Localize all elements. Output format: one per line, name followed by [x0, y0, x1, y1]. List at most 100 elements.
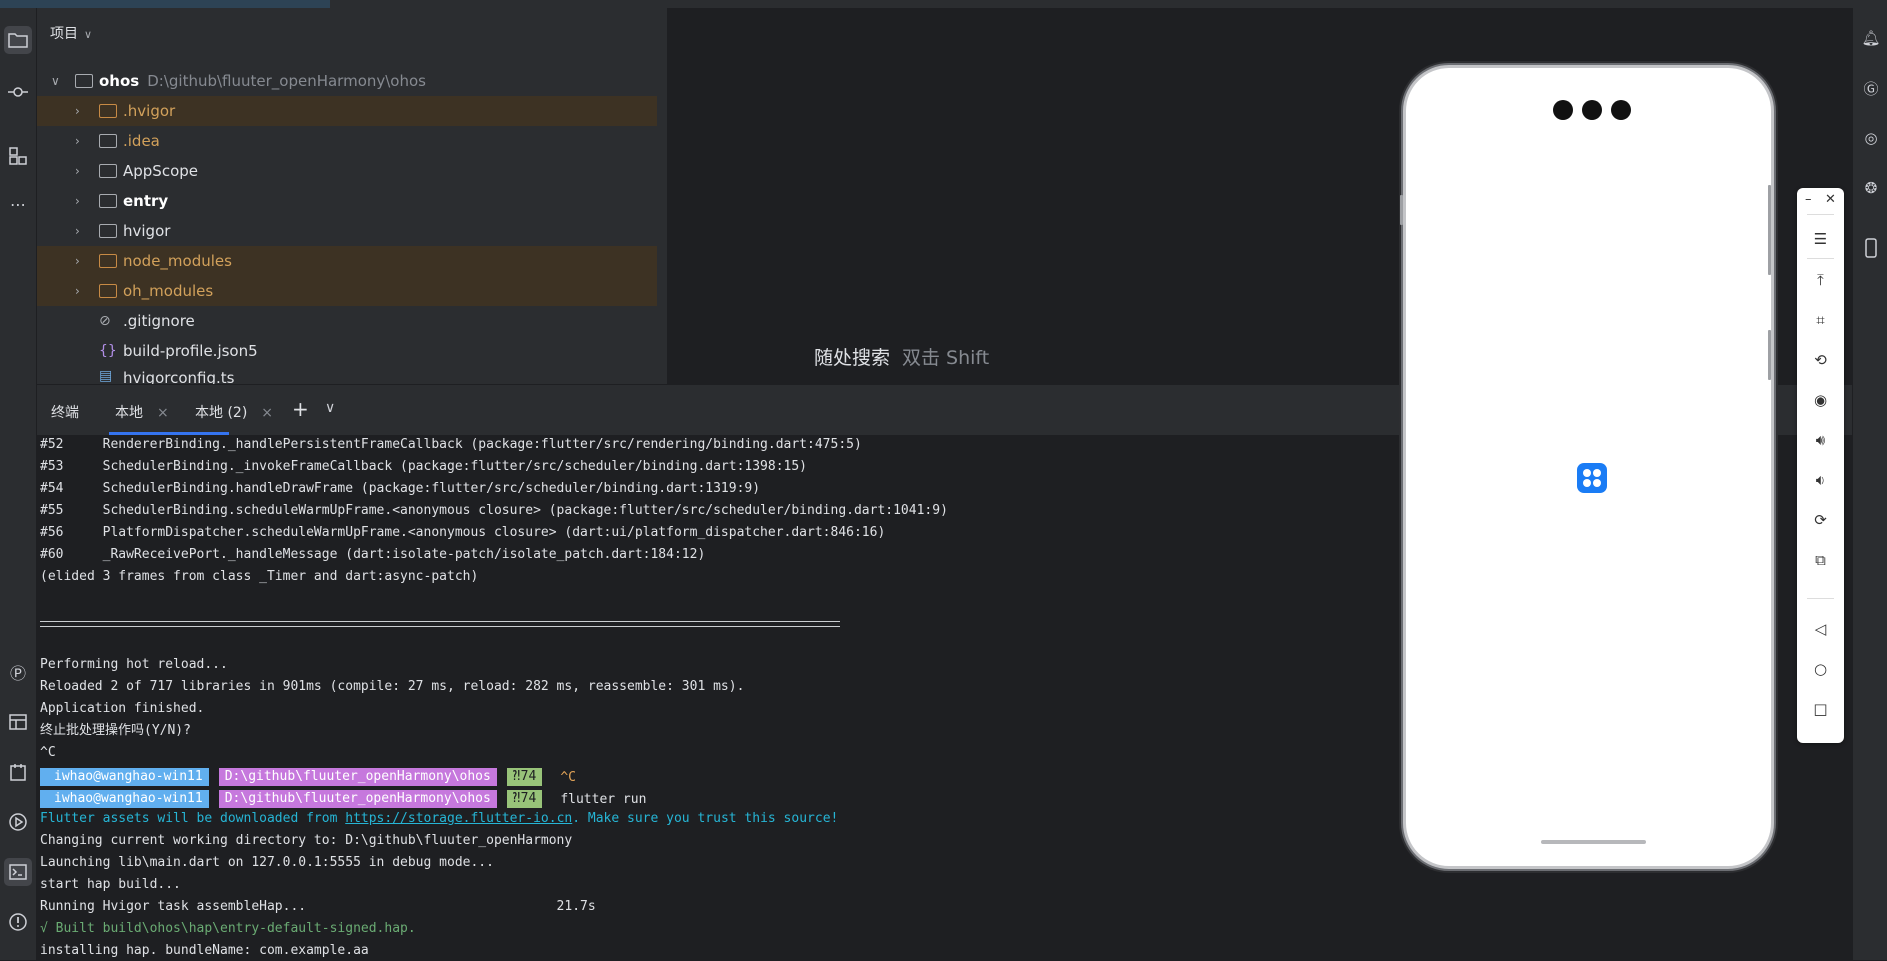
home-indicator[interactable]: [1541, 840, 1646, 844]
menu-icon[interactable]: ☰: [1797, 223, 1844, 255]
search-everywhere-hint: 随处搜索 双击 Shift: [814, 343, 989, 370]
output-line: Running Hvigor task assembleHap... 21.7s: [40, 899, 596, 914]
layout-icon[interactable]: [4, 708, 32, 736]
rotate-icon[interactable]: ⟲: [1797, 344, 1844, 376]
camera-dot: [1611, 100, 1631, 120]
output-line: start hap build...: [40, 877, 181, 892]
notice-link[interactable]: https://storage.flutter-io.cn: [345, 811, 572, 826]
tree-item-label: hvigor: [123, 222, 171, 240]
folder-icon: [99, 284, 117, 298]
close-button[interactable]: ✕: [1825, 192, 1836, 207]
tab-local-2[interactable]: 本地 (2) ×: [195, 402, 273, 422]
chevron-right-icon[interactable]: ›: [75, 224, 80, 238]
divider: [1807, 214, 1834, 215]
tree-root[interactable]: ∨ ohos D:\github\fluuter_openHarmony\ohos: [37, 66, 657, 96]
tree-item-label: .gitignore: [123, 312, 195, 330]
chevron-right-icon[interactable]: ›: [75, 194, 80, 208]
device-screen[interactable]: [1411, 78, 1766, 856]
tree-item-hvigorconfig[interactable]: ▤ hvigorconfig.ts: [37, 366, 657, 384]
output-line: #54 SchedulerBinding.handleDrawFrame (pa…: [40, 481, 761, 496]
volume-down-icon[interactable]: 🔉︎: [1797, 464, 1844, 496]
output-line: 终止批处理操作吗(Y/N)?: [40, 723, 191, 738]
prompt-dir: D:\github\fluuter_openHarmony\ohos: [218, 790, 497, 808]
ignore-file-icon: ⊘: [99, 313, 111, 329]
tree-root-name: ohos D:\github\fluuter_openHarmony\ohos: [99, 72, 426, 90]
tree-item-hvigor-dir[interactable]: › .hvigor: [37, 96, 657, 126]
chevron-right-icon[interactable]: ›: [75, 164, 80, 178]
chevron-right-icon[interactable]: ›: [75, 284, 80, 298]
prompt-user: iwhao@wanghao-win11: [40, 768, 209, 786]
tree-item-label: .hvigor: [123, 102, 176, 120]
back-icon[interactable]: ◁: [1797, 613, 1844, 645]
multi-screen-icon[interactable]: ⧉: [1797, 544, 1844, 576]
tab-label: 本地 (2): [195, 405, 248, 421]
tree-item-label: hvigorconfig.ts: [123, 369, 235, 384]
minimize-button[interactable]: –: [1805, 192, 1812, 207]
volume-up-icon[interactable]: 🔊︎: [1797, 424, 1844, 456]
device-mirror-icon[interactable]: [1857, 234, 1885, 262]
crop-icon[interactable]: ⌗: [1797, 304, 1844, 336]
more-icon[interactable]: ⋯: [4, 190, 32, 218]
run-icon[interactable]: [4, 808, 32, 836]
tree-item-entry[interactable]: › entry: [37, 186, 657, 216]
screenshot-icon[interactable]: ◉: [1797, 384, 1844, 416]
chevron-down-icon: ∨: [84, 28, 93, 41]
close-icon[interactable]: ×: [157, 405, 169, 421]
notice-suffix: . Make sure you trust this source!: [572, 811, 839, 826]
project-panel-header[interactable]: 项目 ∨: [50, 23, 92, 43]
app-launch-icon[interactable]: [1577, 463, 1607, 493]
tree-item-gitignore[interactable]: ⊘ .gitignore: [37, 306, 657, 336]
problems-icon[interactable]: [4, 908, 32, 936]
structure-icon[interactable]: [4, 142, 32, 170]
tree-item-label: entry: [123, 192, 169, 210]
device-emulator[interactable]: [1403, 65, 1774, 869]
project-panel: 项目 ∨ ∨ ohos D:\github\fluuter_openHarmony\…: [37, 8, 702, 384]
pin-top-icon[interactable]: ⤒: [1797, 264, 1844, 296]
output-line: #60 _RawReceivePort._handleMessage (dart…: [40, 547, 706, 562]
tree-item-label: build-profile.json5: [123, 342, 258, 360]
prompt-git: ⁈74: [506, 790, 543, 808]
chevron-down-icon[interactable]: ∨: [51, 74, 60, 88]
notifications-icon[interactable]: 🔔︎: [1857, 24, 1885, 52]
tree-item-appscope[interactable]: › AppScope: [37, 156, 657, 186]
shake-icon[interactable]: ⟳: [1797, 504, 1844, 536]
chevron-right-icon[interactable]: ›: [75, 254, 80, 268]
prompt-dir: D:\github\fluuter_openHarmony\ohos: [218, 768, 497, 786]
close-icon[interactable]: ×: [261, 405, 273, 421]
chevron-right-icon[interactable]: ›: [75, 104, 80, 118]
terminal-icon[interactable]: [4, 858, 32, 886]
tree-item-label: AppScope: [123, 162, 198, 180]
project-folder-icon[interactable]: [4, 26, 32, 54]
side-button: [1768, 185, 1771, 275]
prompt-command: ^C: [560, 769, 576, 785]
output-line: (elided 3 frames from class _Timer and d…: [40, 569, 479, 584]
output-line: Reloaded 2 of 717 libraries in 901ms (co…: [40, 679, 745, 694]
profiler-icon[interactable]: Ⓟ: [4, 658, 32, 686]
app-inspection-icon[interactable]: ❂: [1857, 174, 1885, 202]
tree-item-oh-modules[interactable]: › oh_modules: [37, 276, 657, 306]
ts-file-icon: ▤: [99, 368, 113, 384]
tree-item-label: node_modules: [123, 252, 232, 270]
home-icon[interactable]: ○: [1797, 653, 1844, 685]
device-manager-icon[interactable]: ◎: [1857, 124, 1885, 152]
output-line: #56 PlatformDispatcher.scheduleWarmUpFra…: [40, 525, 886, 540]
title-bar-accent: [0, 0, 330, 8]
logcat-icon[interactable]: [4, 758, 32, 786]
add-tab-button[interactable]: +: [292, 397, 309, 421]
tree-item-build-profile[interactable]: {} build-profile.json5: [37, 336, 657, 366]
chevron-right-icon[interactable]: ›: [75, 134, 80, 148]
recent-apps-icon[interactable]: □: [1797, 693, 1844, 725]
tree-item-hvigor[interactable]: › hvigor: [37, 216, 657, 246]
tab-local[interactable]: 本地 ×: [109, 402, 229, 435]
gradle-icon[interactable]: Ⓖ: [1857, 74, 1885, 102]
tree-item-node-modules[interactable]: › node_modules: [37, 246, 657, 276]
commit-icon[interactable]: [4, 78, 32, 106]
chevron-down-icon[interactable]: ∨: [325, 400, 335, 416]
output-line: installing hap. bundleName: com.example.…: [40, 943, 369, 958]
side-button: [1400, 195, 1403, 225]
tree-item-idea[interactable]: › .idea: [37, 126, 657, 156]
output-line: Application finished.: [40, 701, 205, 716]
prompt-command: flutter run: [560, 791, 647, 807]
divider: [1807, 598, 1834, 599]
output-line: #52 RendererBinding._handlePersistentFra…: [40, 437, 862, 452]
